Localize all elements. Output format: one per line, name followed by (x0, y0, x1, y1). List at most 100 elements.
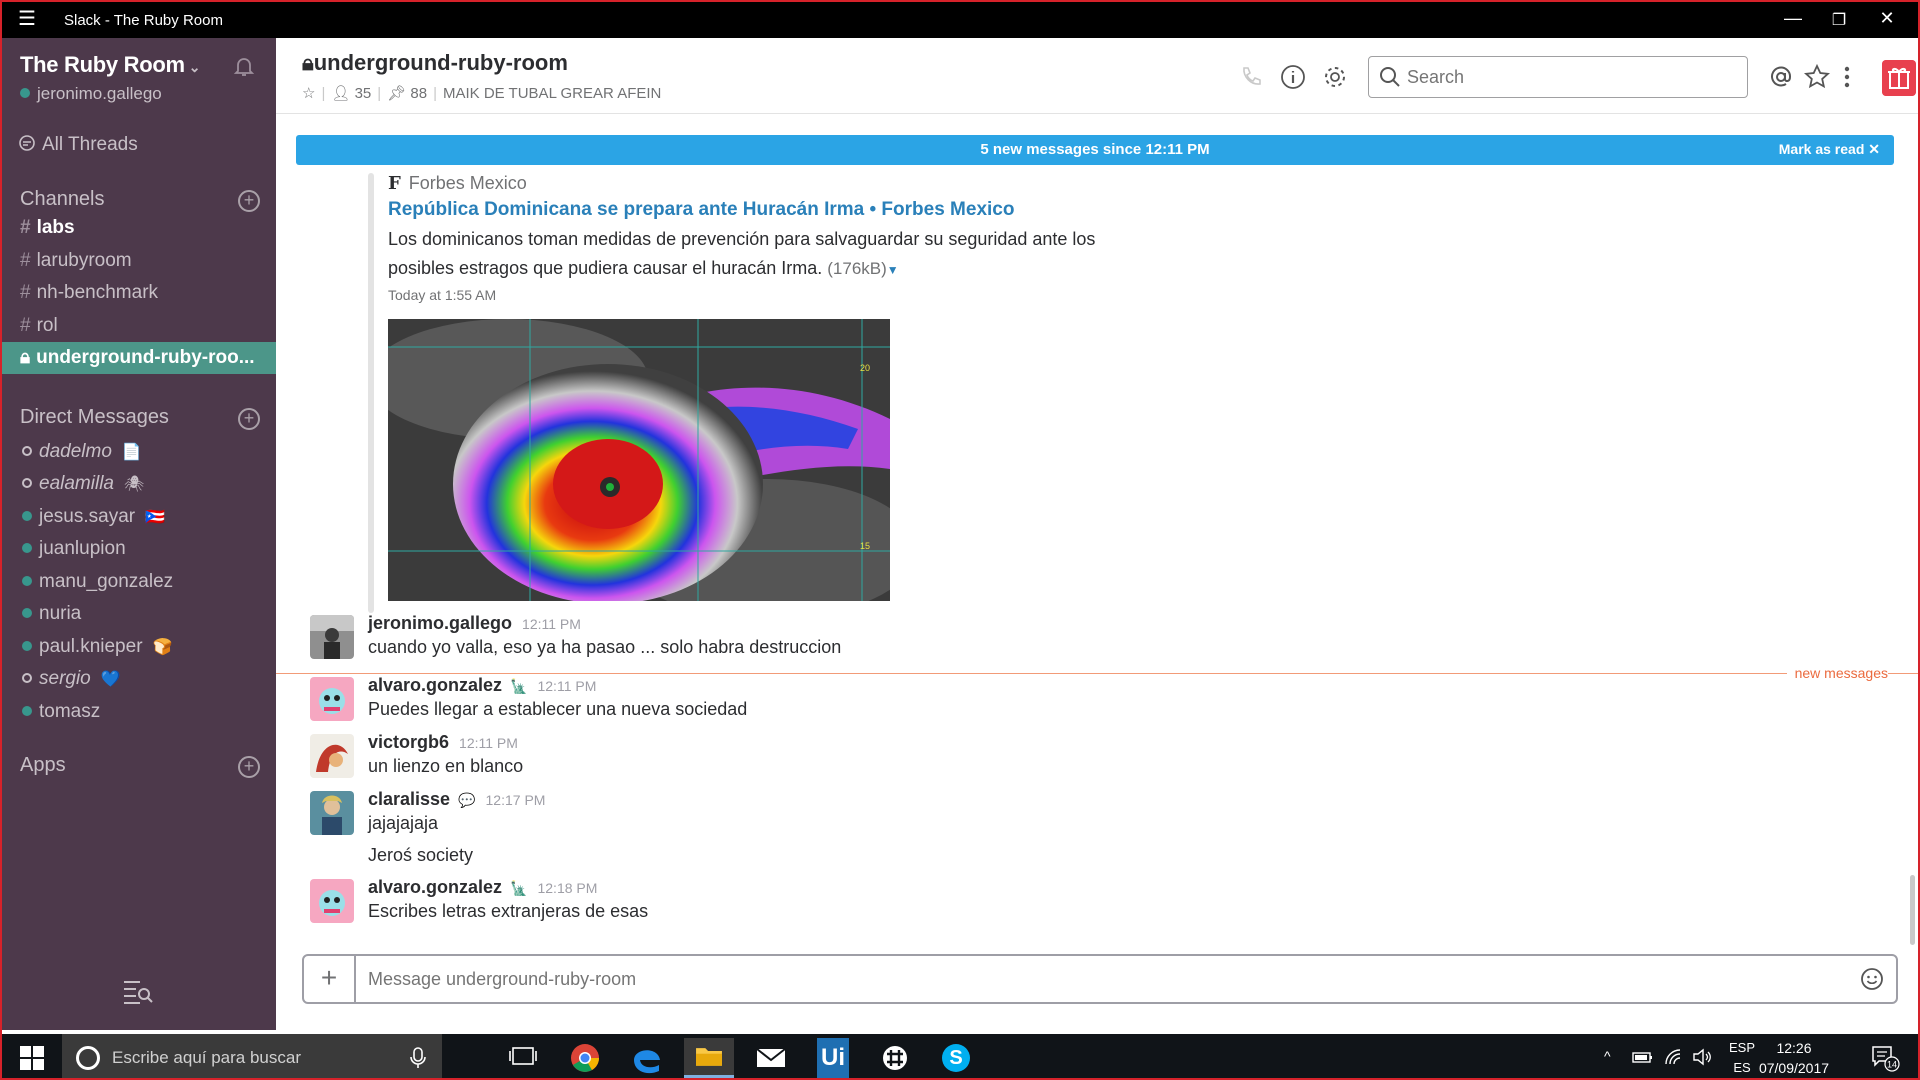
dm-nuria[interactable]: nuria (2, 598, 276, 630)
attachment-title-link[interactable]: República Dominicana se prepara ante Hur… (388, 199, 1014, 221)
dm-sergio[interactable]: sergio 💙 (2, 663, 276, 695)
new-messages-banner-text: 5 new messages since 12:11 PM (980, 141, 1210, 158)
battery-icon[interactable] (1632, 1048, 1654, 1066)
wifi-icon[interactable] (1664, 1048, 1684, 1066)
message-input[interactable] (368, 964, 1828, 994)
windows-start-icon[interactable] (20, 1046, 44, 1070)
more-options-icon[interactable] (1840, 64, 1854, 90)
author-name: claralisse (368, 789, 451, 809)
current-user[interactable]: jeronimo.gallego (20, 84, 162, 104)
emoji-picker-icon[interactable] (1860, 967, 1884, 991)
hurricane-satellite-image[interactable]: 20 15 (388, 319, 890, 601)
hamburger-menu-icon[interactable]: ☰ (18, 9, 36, 29)
dm-jesus-sayar[interactable]: jesus.sayar 🇵🇷 (2, 501, 276, 533)
channel-name: rol (36, 315, 58, 336)
channel-title[interactable]: 🔒︎underground-ruby-room (302, 50, 568, 76)
message-author[interactable]: alvaro.gonzalez 🗽 12:11 PM (368, 675, 596, 696)
file-explorer-icon[interactable] (684, 1038, 734, 1078)
all-threads-link[interactable]: All Threads (18, 134, 138, 156)
search-icon (1380, 67, 1400, 87)
message-time[interactable]: 12:11 PM (537, 678, 596, 694)
sidebar-item-rol[interactable]: # rol (2, 310, 276, 342)
direct-messages-header[interactable]: Direct Messages (20, 406, 169, 429)
message-time[interactable]: 12:11 PM (459, 735, 518, 751)
microphone-icon[interactable] (406, 1046, 430, 1070)
quick-switcher-icon[interactable] (122, 978, 154, 1006)
lock-icon: 🔒︎ (20, 347, 31, 368)
task-view-icon[interactable] (498, 1038, 548, 1078)
pin-count[interactable]: 88 (410, 85, 427, 102)
mail-icon[interactable] (746, 1038, 796, 1078)
bell-icon[interactable] (232, 54, 256, 78)
avatar[interactable] (310, 677, 354, 721)
add-channel-icon[interactable]: + (238, 190, 260, 212)
caret-down-icon[interactable]: ▼ (887, 263, 899, 277)
dm-tomasz[interactable]: tomasz (2, 696, 276, 728)
uipath-icon[interactable]: Ui (817, 1038, 849, 1078)
sidebar-item-labs[interactable]: # labs (2, 212, 276, 244)
sidebar-item-nh-benchmark[interactable]: # nh-benchmark (2, 277, 276, 309)
gift-icon[interactable] (1882, 60, 1916, 96)
message-pane: 5 new messages since 12:11 PM Mark as re… (276, 115, 1918, 951)
dm-manu-gonzalez[interactable]: manu_gonzalez (2, 566, 276, 598)
message-author[interactable]: jeronimo.gallego 12:11 PM (368, 613, 581, 634)
restore-icon[interactable]: ❐ (1824, 10, 1854, 30)
lock-icon: 🔒︎ (302, 50, 314, 75)
presence-dot (22, 446, 32, 456)
info-icon[interactable] (1280, 64, 1306, 90)
channel-topic[interactable]: MAIK DE TUBAL GREAR AFEIN (443, 85, 661, 102)
attachment-source-name: Forbes Mexico (408, 173, 527, 193)
close-icon[interactable]: ✕ (1872, 8, 1902, 29)
status-emoji: 📄 (121, 444, 142, 461)
status-emoji: 🗽 (510, 880, 528, 896)
attachment-description: Los dominicanos toman medidas de prevenc… (388, 225, 1118, 285)
taskbar-search[interactable]: Escribe aquí para buscar (62, 1034, 442, 1078)
message-time[interactable]: 12:17 PM (486, 792, 546, 808)
apps-header[interactable]: Apps (20, 754, 66, 777)
message-author[interactable]: victorgb6 12:11 PM (368, 732, 518, 753)
avatar[interactable] (310, 734, 354, 778)
status-emoji: 🕷 (123, 476, 145, 493)
dm-dadelmo[interactable]: dadelmo 📄 (2, 436, 276, 468)
channels-header[interactable]: Channels (20, 188, 105, 211)
author-name: alvaro.gonzalez (368, 877, 503, 897)
message-author[interactable]: alvaro.gonzalez 🗽 12:18 PM (368, 877, 597, 898)
message-time[interactable]: 12:11 PM (522, 616, 581, 632)
message-time[interactable]: 12:18 PM (537, 880, 597, 896)
avatar[interactable] (310, 791, 354, 835)
add-attachment-button[interactable]: + (304, 956, 356, 1002)
chrome-icon[interactable] (560, 1038, 610, 1078)
add-dm-icon[interactable]: + (238, 408, 260, 430)
skype-icon[interactable]: S (942, 1044, 970, 1072)
starred-items-icon[interactable] (1804, 64, 1830, 90)
mentions-icon[interactable] (1768, 64, 1794, 90)
dm-juanlupion[interactable]: juanlupion (2, 533, 276, 565)
search-box[interactable] (1368, 56, 1748, 98)
edge-icon[interactable] (622, 1038, 672, 1078)
slack-icon[interactable] (870, 1038, 920, 1078)
system-clock[interactable]: 12:26 07/09/2017 (1754, 1038, 1834, 1078)
dm-paul-knieper[interactable]: paul.knieper 🍞 (2, 631, 276, 663)
avatar[interactable] (310, 615, 354, 659)
sidebar-item-larubyroom[interactable]: # larubyroom (2, 245, 276, 277)
minimize-icon[interactable]: — (1778, 8, 1808, 29)
avatar[interactable] (310, 879, 354, 923)
chevron-up-icon[interactable]: ^ (1604, 1048, 1611, 1064)
author-name: jeronimo.gallego (368, 613, 513, 633)
volume-icon[interactable] (1692, 1048, 1712, 1066)
member-count[interactable]: 35 (355, 85, 372, 102)
channel-name: larubyroom (36, 250, 132, 271)
message-author[interactable]: claralisse 💬 12:17 PM (368, 789, 545, 810)
mark-as-read-button[interactable]: Mark as read ✕ (1779, 141, 1880, 158)
gear-icon[interactable] (1322, 64, 1348, 90)
new-messages-banner[interactable]: 5 new messages since 12:11 PM Mark as re… (296, 135, 1894, 165)
dm-ealamilla[interactable]: ealamilla 🕷 (2, 468, 276, 500)
action-center-icon[interactable]: 14 (1870, 1044, 1900, 1072)
search-input[interactable] (1407, 63, 1727, 91)
star-icon[interactable]: ☆ (302, 85, 315, 102)
sidebar-item-underground-ruby-room[interactable]: 🔒︎ underground-ruby-roo... (2, 342, 276, 374)
team-menu[interactable]: The Ruby Room ⌄ (20, 52, 201, 78)
scrollbar-thumb[interactable] (1910, 875, 1915, 945)
add-app-icon[interactable]: + (238, 756, 260, 778)
phone-icon[interactable] (1238, 64, 1264, 90)
